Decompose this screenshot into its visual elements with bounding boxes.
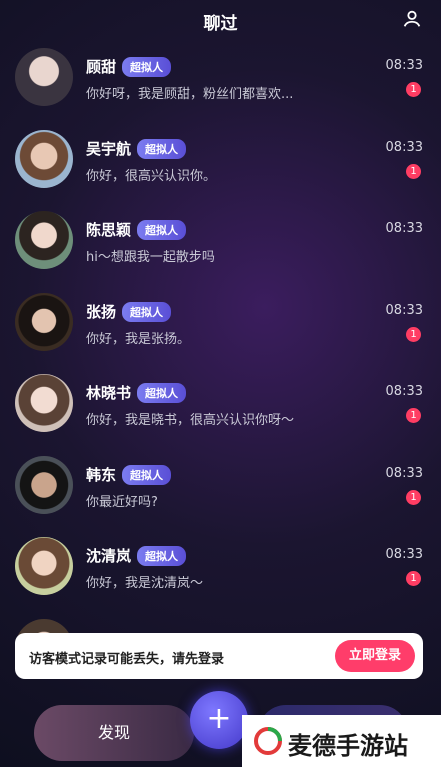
brand-logo-icon [254, 727, 282, 755]
conversation-row[interactable]: 林晓书 超拟人 你好，我是晓书，很高兴认识你呀～ 08:33 1 [0, 366, 441, 448]
unread-badge: 1 [406, 163, 421, 179]
ai-badge: 超拟人 [137, 546, 187, 566]
last-message: 你好呀，我是顾甜，粉丝们都喜欢... [86, 87, 294, 102]
last-message: 你好，我是晓书，很高兴认识你呀～ [86, 413, 295, 428]
create-button[interactable]: + [190, 691, 248, 749]
contact-name: 顾甜 超拟人 [86, 56, 172, 77]
ai-badge: 超拟人 [122, 57, 172, 77]
unread-badge: 1 [406, 82, 421, 97]
header: 聊过 [0, 0, 441, 40]
last-message: 你好，很高兴认识你。 [86, 168, 217, 184]
conversation-row[interactable]: 沈清岚 超拟人 你好，我是沈清岚～ 08:33 1 [0, 529, 441, 611]
conversation-list: 顾甜 超拟人 你好呀，我是顾甜，粉丝们都喜欢... 08:33 1 吴宇航 超拟人 … [0, 40, 441, 692]
conversation-row[interactable]: 张扬 超拟人 你好，我是张扬。 08:33 1 [0, 285, 441, 367]
message-time: 08:33 [385, 139, 423, 155]
unread-badge: 1 [406, 326, 421, 342]
page-title: 聊过 [203, 14, 238, 34]
person-outline-icon[interactable] [401, 8, 423, 30]
contact-name: 韩东 超拟人 [86, 464, 172, 485]
avatar [15, 129, 73, 188]
avatar [15, 48, 73, 106]
last-message: 你最近好吗? [86, 494, 158, 510]
ai-badge: 超拟人 [137, 220, 187, 240]
message-time: 08:33 [385, 221, 423, 236]
login-banner: 访客模式记录可能丢失，请先登录 立即登录 [15, 633, 423, 679]
plus-icon: + [206, 701, 232, 736]
unread-badge: 1 [406, 408, 421, 423]
ai-badge: 超拟人 [122, 301, 172, 322]
message-time: 08:33 [385, 302, 423, 318]
ai-badge: 超拟人 [122, 464, 172, 485]
avatar [15, 374, 73, 432]
last-message: 你好，我是张扬。 [86, 331, 191, 347]
last-message: hi～想跟我一起散步吗 [86, 250, 215, 265]
conversation-row[interactable]: 陈思颖 超拟人 hi～想跟我一起散步吗 08:33 [0, 203, 441, 285]
contact-name: 沈清岚 超拟人 [86, 545, 187, 566]
contact-name: 陈思颖 超拟人 [86, 219, 187, 240]
message-time: 08:33 [385, 384, 423, 399]
contact-name: 林晓书 超拟人 [86, 382, 187, 403]
avatar [15, 455, 73, 514]
message-time: 08:33 [385, 58, 423, 73]
unread-badge: 1 [406, 489, 421, 505]
unread-badge: 1 [406, 571, 421, 586]
conversation-row[interactable]: 顾甜 超拟人 你好呀，我是顾甜，粉丝们都喜欢... 08:33 1 [0, 40, 441, 122]
login-button[interactable]: 立即登录 [335, 640, 415, 672]
tab-discover[interactable]: 发现 [34, 705, 194, 761]
message-time: 08:33 [385, 547, 423, 562]
avatar [15, 537, 73, 595]
contact-name: 张扬 超拟人 [86, 301, 172, 322]
watermark: 麦德手游站 [242, 715, 441, 767]
ai-badge: 超拟人 [137, 383, 187, 403]
avatar [15, 292, 73, 351]
conversation-row[interactable]: 韩东 超拟人 你最近好吗? 08:33 1 [0, 448, 441, 530]
conversation-row[interactable]: 吴宇航 超拟人 你好，很高兴认识你。 08:33 1 [0, 122, 441, 204]
ai-badge: 超拟人 [137, 138, 187, 159]
watermark-text: 麦德手游站 [288, 732, 408, 760]
message-time: 08:33 [385, 465, 423, 481]
avatar [15, 211, 73, 269]
banner-text: 访客模式记录可能丢失，请先登录 [29, 652, 225, 667]
contact-name: 吴宇航 超拟人 [86, 138, 187, 159]
last-message: 你好，我是沈清岚～ [86, 576, 204, 591]
